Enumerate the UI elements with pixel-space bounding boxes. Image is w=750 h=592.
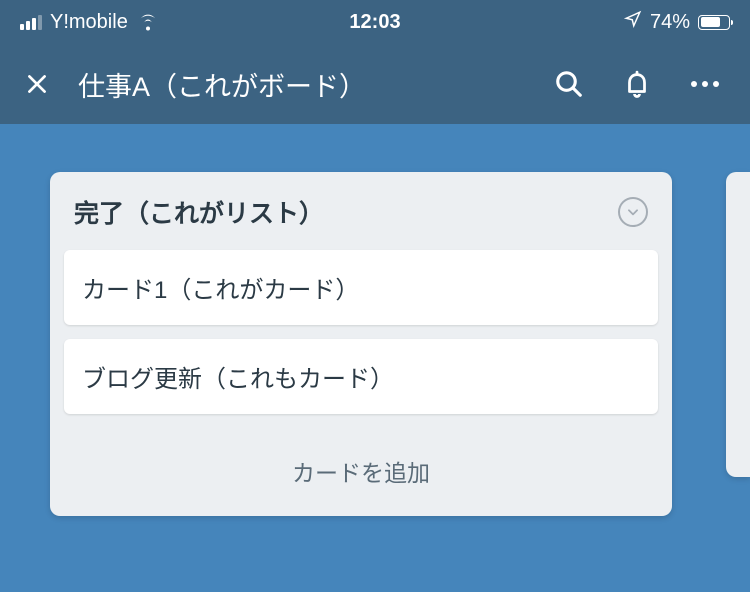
wifi-icon	[136, 13, 160, 31]
list-menu-button[interactable]	[618, 197, 648, 227]
card-title: カード1（これがカード）	[82, 277, 359, 304]
card[interactable]: カード1（これがカード）	[64, 250, 658, 325]
status-bar: Y!mobile 12:03 74%	[0, 0, 750, 44]
status-time: 12:03	[349, 11, 400, 34]
add-card-button[interactable]: カードを追加	[64, 428, 658, 516]
battery-icon	[698, 15, 730, 30]
list-title: 完了（これがリスト）	[74, 194, 324, 230]
location-icon	[624, 10, 642, 34]
cellular-signal-icon	[20, 14, 42, 30]
board-area[interactable]: 完了（これがリスト） カード1（これがカード） ブログ更新（これもカード） カー…	[0, 124, 750, 564]
list-header: 完了（これがリスト）	[64, 190, 658, 250]
carrier-label: Y!mobile	[50, 11, 128, 34]
next-list-peek[interactable]	[726, 172, 750, 477]
more-menu-button[interactable]	[690, 80, 720, 88]
card-title: ブログ更新（これもカード）	[82, 366, 394, 393]
notifications-button[interactable]	[622, 69, 652, 99]
add-card-label: カードを追加	[292, 460, 430, 486]
status-left: Y!mobile	[20, 11, 160, 34]
search-button[interactable]	[554, 69, 584, 99]
app-header: 仕事A（これがボード）	[0, 44, 750, 124]
close-button[interactable]	[24, 71, 50, 97]
card[interactable]: ブログ更新（これもカード）	[64, 339, 658, 414]
battery-percent: 74%	[650, 11, 690, 34]
list: 完了（これがリスト） カード1（これがカード） ブログ更新（これもカード） カー…	[50, 172, 672, 516]
board-title: 仕事A（これがボード）	[78, 65, 366, 104]
chevron-down-icon	[626, 205, 640, 219]
status-right: 74%	[624, 10, 730, 34]
